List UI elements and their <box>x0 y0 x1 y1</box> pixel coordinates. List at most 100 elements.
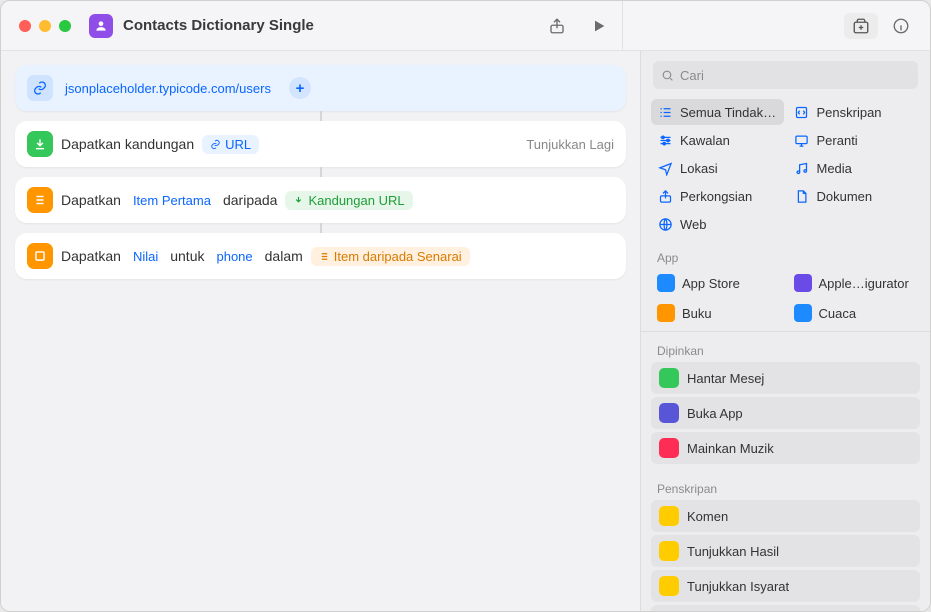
action-item[interactable]: Mainkan Muzik <box>651 432 920 464</box>
get-value-action-card[interactable]: Dapatkan Nilai untuk phone dalam Item da… <box>15 233 626 279</box>
dictionary-icon <box>27 243 53 269</box>
app-item[interactable]: App Store <box>651 269 784 297</box>
category-label: Lokasi <box>680 161 718 176</box>
category-item[interactable]: Lokasi <box>651 155 784 181</box>
search-field[interactable]: Cari <box>653 61 918 89</box>
music-icon <box>794 160 810 176</box>
app-label: App Store <box>682 276 740 291</box>
get-item-action-card[interactable]: Dapatkan Item Pertama daripada Kandungan… <box>15 177 626 223</box>
source-variable[interactable]: Kandungan URL <box>285 191 412 210</box>
key-field[interactable]: phone <box>212 247 256 266</box>
item-selector[interactable]: Item Pertama <box>129 191 215 210</box>
connector <box>320 223 322 233</box>
action-item[interactable]: Komen <box>651 500 920 532</box>
category-label: Dokumen <box>817 189 873 204</box>
library-sidebar: Cari Semua Tindak… Penskripan Kawalan Peran… <box>640 51 930 611</box>
get-contents-label: Dapatkan kandungan <box>61 136 194 152</box>
category-item[interactable]: Perkongsian <box>651 183 784 209</box>
share-icon <box>657 188 673 204</box>
category-label: Media <box>817 161 852 176</box>
category-grid: Semua Tindak… Penskripan Kawalan Peranti Lok… <box>641 99 930 243</box>
share-button[interactable] <box>546 15 568 37</box>
scripting-section-label: Penskripan <box>641 474 930 500</box>
library-button[interactable] <box>844 13 878 39</box>
action-for: untuk <box>170 248 204 264</box>
show-more-button[interactable]: Tunjukkan Lagi <box>526 137 614 152</box>
category-label: Peranti <box>817 133 858 148</box>
script-icon <box>794 104 810 120</box>
app-list: App Store Apple…igurator Buku Cuaca <box>641 269 930 327</box>
source-variable[interactable]: Item daripada Senarai <box>311 247 470 266</box>
app-item[interactable]: Cuaca <box>788 299 921 327</box>
action-mid: daripada <box>223 192 278 208</box>
category-label: Web <box>680 217 707 232</box>
app-icon <box>657 304 675 322</box>
action-icon <box>659 506 679 526</box>
search-placeholder: Cari <box>680 68 704 83</box>
list-icon <box>27 187 53 213</box>
url-action-card[interactable]: jsonplaceholder.typicode.com/users + <box>15 65 626 111</box>
url-variable-token[interactable]: URL <box>202 135 259 154</box>
workflow-editor[interactable]: jsonplaceholder.typicode.com/users + Dap… <box>1 51 640 611</box>
doc-icon <box>794 188 810 204</box>
action-item[interactable]: Minta Input <box>651 605 920 611</box>
close-window-button[interactable] <box>19 20 31 32</box>
action-label: Buka App <box>687 406 743 421</box>
url-value[interactable]: jsonplaceholder.typicode.com/users <box>61 79 275 98</box>
action-item[interactable]: Tunjukkan Hasil <box>651 535 920 567</box>
download-icon <box>27 131 53 157</box>
minimize-window-button[interactable] <box>39 20 51 32</box>
action-icon <box>659 576 679 596</box>
action-item[interactable]: Tunjukkan Isyarat <box>651 570 920 602</box>
window-title: Contacts Dictionary Single <box>123 17 546 34</box>
scripting-list: Komen Tunjukkan Hasil Tunjukkan Isyarat Min… <box>641 500 930 611</box>
category-item[interactable]: Kawalan <box>651 127 784 153</box>
pinned-list: Hantar Mesej Buka App Mainkan Muzik <box>641 362 930 474</box>
action-label: Tunjukkan Isyarat <box>687 579 789 594</box>
action-item[interactable]: Hantar Mesej <box>651 362 920 394</box>
action-label: Tunjukkan Hasil <box>687 544 779 559</box>
toolbar-right-panel <box>622 1 912 50</box>
app-icon <box>794 304 812 322</box>
app-item[interactable]: Buku <box>651 299 784 327</box>
action-icon <box>659 368 679 388</box>
action-item[interactable]: Buka App <box>651 397 920 429</box>
body: jsonplaceholder.typicode.com/users + Dap… <box>1 51 930 611</box>
run-button[interactable] <box>588 15 610 37</box>
add-url-button[interactable]: + <box>289 77 311 99</box>
link-icon <box>27 75 53 101</box>
globe-icon <box>657 216 673 232</box>
category-item[interactable]: Semua Tindak… <box>651 99 784 125</box>
app-icon <box>794 274 812 292</box>
apps-section-label: App <box>641 243 930 269</box>
get-contents-action-card[interactable]: Dapatkan kandungan URL Tunjukkan Lagi <box>15 121 626 167</box>
zoom-window-button[interactable] <box>59 20 71 32</box>
action-icon <box>659 438 679 458</box>
action-label: Komen <box>687 509 728 524</box>
app-item[interactable]: Apple…igurator <box>788 269 921 297</box>
category-item[interactable]: Media <box>788 155 921 181</box>
connector <box>320 167 322 177</box>
window-lights <box>19 20 71 32</box>
app-label: Cuaca <box>819 306 857 321</box>
divider <box>641 331 930 332</box>
action-icon <box>659 541 679 561</box>
action-label: Mainkan Muzik <box>687 441 774 456</box>
category-label: Semua Tindak… <box>680 105 776 120</box>
category-item[interactable]: Dokumen <box>788 183 921 209</box>
connector <box>320 111 322 121</box>
app-label: Buku <box>682 306 712 321</box>
category-label: Kawalan <box>680 133 730 148</box>
category-item[interactable]: Web <box>651 211 784 237</box>
category-label: Penskripan <box>817 105 882 120</box>
app-label: Apple…igurator <box>819 276 909 291</box>
info-button[interactable] <box>890 15 912 37</box>
value-selector[interactable]: Nilai <box>129 247 162 266</box>
list-icon <box>657 104 673 120</box>
category-item[interactable]: Peranti <box>788 127 921 153</box>
shortcut-app-icon <box>89 14 113 38</box>
sliders-icon <box>657 132 673 148</box>
category-item[interactable]: Penskripan <box>788 99 921 125</box>
action-icon <box>659 403 679 423</box>
app-icon <box>657 274 675 292</box>
